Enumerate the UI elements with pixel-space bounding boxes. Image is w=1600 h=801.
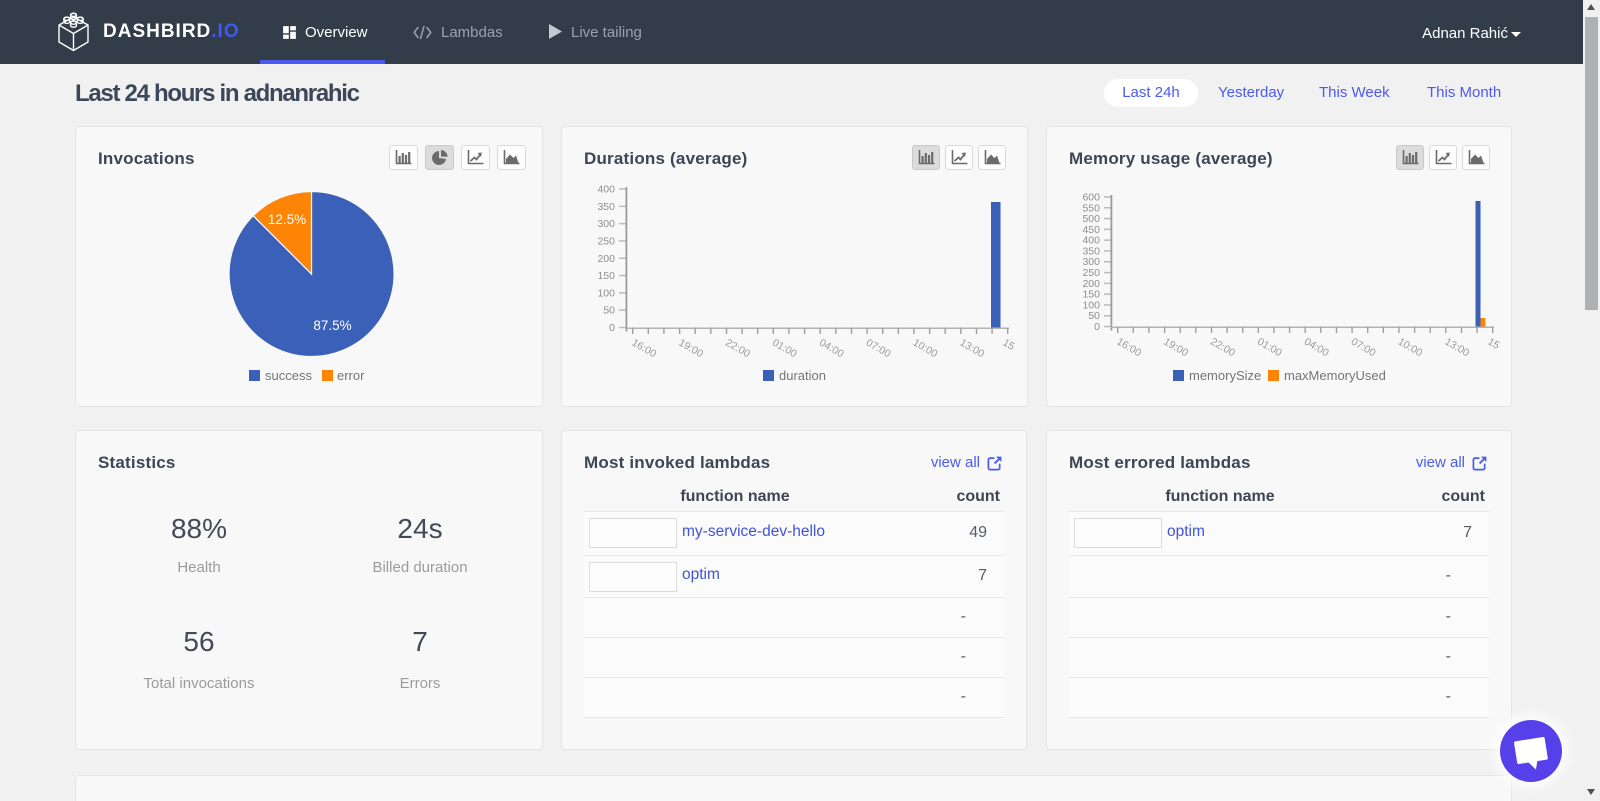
svg-text:350: 350 (597, 201, 615, 213)
svg-text:0: 0 (1094, 321, 1100, 333)
svg-text:01:00: 01:00 (770, 337, 799, 361)
svg-text:350: 350 (1082, 246, 1100, 258)
svg-text:error: error (337, 368, 365, 383)
svg-text:50: 50 (603, 305, 615, 317)
svg-text:duration: duration (779, 368, 826, 383)
svg-text:04:00: 04:00 (817, 337, 846, 361)
svg-text:16:00: 16:00 (630, 337, 659, 361)
svg-text:07:00: 07:00 (864, 337, 893, 361)
svg-text:50: 50 (1088, 310, 1100, 322)
svg-text:success: success (265, 368, 312, 383)
svg-text:maxMemoryUsed: maxMemoryUsed (1284, 368, 1386, 383)
svg-text:400: 400 (1082, 235, 1100, 247)
svg-text:250: 250 (597, 235, 615, 247)
svg-text:13:00: 13:00 (958, 337, 987, 361)
svg-text:400: 400 (597, 184, 615, 196)
svg-text:250: 250 (1082, 267, 1100, 279)
svg-text:450: 450 (1082, 224, 1100, 236)
svg-text:memorySize: memorySize (1189, 368, 1261, 383)
svg-text:100: 100 (1082, 299, 1100, 311)
svg-text:22:00: 22:00 (1208, 336, 1237, 360)
svg-text:12.5%: 12.5% (268, 212, 306, 227)
svg-text:16:00: 16:00 (1115, 336, 1144, 360)
svg-text:19:00: 19:00 (676, 337, 705, 361)
svg-text:200: 200 (1082, 278, 1100, 290)
svg-text:500: 500 (1082, 213, 1100, 225)
svg-text:01:00: 01:00 (1255, 336, 1284, 360)
svg-text:0: 0 (609, 322, 615, 334)
svg-text:200: 200 (597, 253, 615, 265)
svg-text:300: 300 (1082, 256, 1100, 268)
svg-text:04:00: 04:00 (1302, 336, 1331, 360)
svg-text:150: 150 (1082, 289, 1100, 301)
svg-text:10:00: 10:00 (911, 337, 940, 361)
svg-text:150: 150 (597, 270, 615, 282)
svg-text:22:00: 22:00 (723, 337, 752, 361)
svg-text:550: 550 (1082, 202, 1100, 214)
svg-text:300: 300 (597, 218, 615, 230)
svg-text:87.5%: 87.5% (313, 318, 351, 333)
svg-text:07:00: 07:00 (1349, 336, 1378, 360)
svg-text:15: 15 (1001, 337, 1017, 353)
svg-text:10:00: 10:00 (1396, 336, 1425, 360)
svg-text:15: 15 (1486, 336, 1502, 352)
svg-text:19:00: 19:00 (1161, 336, 1190, 360)
svg-text:600: 600 (1082, 192, 1100, 204)
svg-text:13:00: 13:00 (1443, 336, 1472, 360)
svg-text:100: 100 (597, 287, 615, 299)
